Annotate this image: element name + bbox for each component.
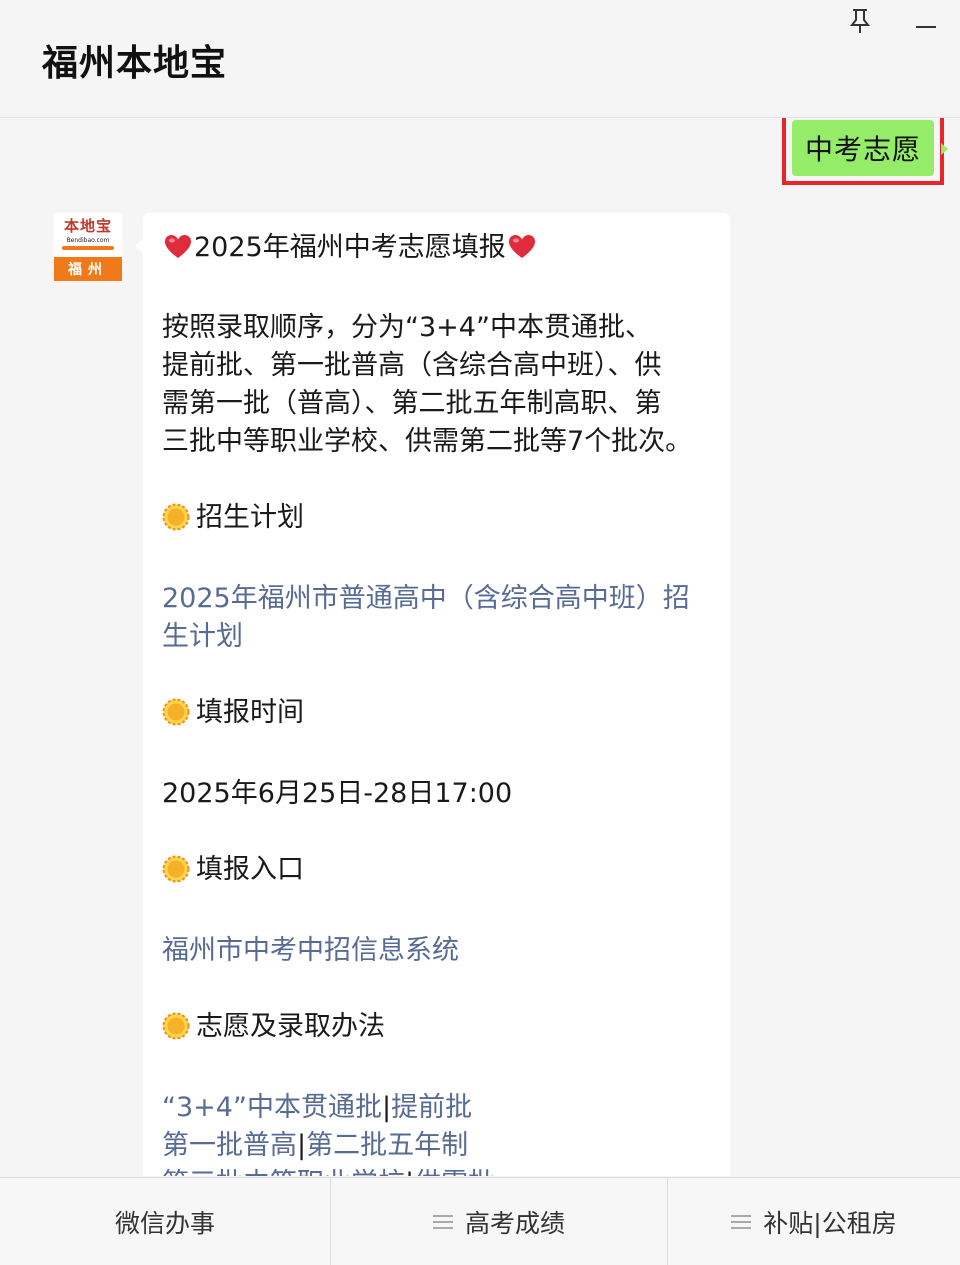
link-first-batch[interactable]: 第一批普高 — [162, 1130, 297, 1161]
section-heading-method: 志愿及录取办法 — [162, 1008, 714, 1051]
chat-area[interactable]: 中考志愿 本地宝 Bendibao.com 福州 2025年福州中考志愿填报 按… — [0, 118, 960, 1176]
method-links-row: 第一批普高|第二批五年制 — [162, 1127, 714, 1165]
avatar-city-label: 福州 — [54, 257, 122, 281]
method-links-row: “3+4”中本贯通批|提前批 — [162, 1089, 714, 1127]
bubble-tail — [941, 143, 948, 155]
link-batch-34[interactable]: “3+4”中本贯通批 — [162, 1092, 382, 1123]
message-headline: 2025年福州中考志愿填报 — [162, 229, 714, 271]
sun-icon — [162, 855, 190, 894]
minimize-button[interactable] — [906, 6, 946, 40]
entry-link[interactable]: 福州市中考中招信息系统 — [162, 932, 714, 970]
intro-line: 三批中等职业学校、供需第二批等7个批次。 — [162, 426, 693, 457]
menu-item-label: 补贴|公租房 — [763, 1208, 897, 1238]
menu-list-icon — [731, 1207, 752, 1236]
section-time-label: 填报时间 — [196, 697, 304, 728]
method-links-row: 第三批中等职业学校|供需批 — [162, 1165, 714, 1176]
link-third-batch[interactable]: 第三批中等职业学校 — [162, 1168, 405, 1176]
highlight-box: 中考志愿 — [782, 118, 948, 185]
menu-item-wechat-affairs[interactable]: 微信办事 — [0, 1178, 330, 1265]
menu-item-subsidy-housing[interactable]: 补贴|公租房 — [667, 1178, 960, 1265]
avatar[interactable]: 本地宝 Bendibao.com 福州 — [54, 213, 122, 281]
link-separator: | — [297, 1130, 307, 1161]
window-title: 福州本地宝 — [42, 43, 228, 84]
minimize-icon — [916, 14, 936, 33]
bubble-tail — [135, 239, 143, 253]
received-message-bubble: 2025年福州中考志愿填报 按照录取顺序，分为“3+4”中本贯通批、 提前批、第… — [135, 213, 730, 1176]
intro-line: 按照录取顺序，分为“3+4”中本贯通批、 — [162, 312, 652, 343]
link-early-batch[interactable]: 提前批 — [391, 1092, 472, 1123]
avatar-logo-sub: Bendibao.com — [66, 237, 110, 244]
link-supply-batch[interactable]: 供需批 — [414, 1168, 495, 1176]
menu-item-label: 微信办事 — [114, 1208, 215, 1238]
section-plan-label: 招生计划 — [196, 502, 304, 533]
sun-icon — [162, 698, 190, 737]
section-heading-time: 填报时间 — [162, 694, 714, 737]
menu-item-gaokao-scores[interactable]: 高考成绩 — [330, 1178, 667, 1265]
menu-item-label: 高考成绩 — [464, 1208, 565, 1238]
menu-list-icon — [432, 1207, 453, 1236]
plan-link[interactable]: 2025年福州市普通高中（含综合高中班）招 — [162, 580, 714, 618]
plan-link-line: 生计划 — [162, 621, 243, 652]
sun-icon — [162, 1012, 190, 1051]
heart-icon — [164, 233, 192, 271]
link-second-batch[interactable]: 第二批五年制 — [306, 1130, 468, 1161]
link-separator: | — [405, 1168, 414, 1176]
heart-icon — [508, 233, 536, 271]
pin-button[interactable] — [840, 6, 880, 40]
link-separator: | — [381, 1092, 392, 1123]
headline-text: 2025年福州中考志愿填报 — [194, 232, 506, 263]
section-method-label: 志愿及录取办法 — [196, 1011, 385, 1042]
section-heading-entry: 填报入口 — [162, 851, 714, 894]
section-entry-label: 填报入口 — [196, 854, 304, 885]
plan-link-line: 2025年福州市普通高中（含综合高中班）招 — [162, 583, 690, 614]
plan-link[interactable]: 生计划 — [162, 618, 714, 656]
time-value: 2025年6月25日-28日17:00 — [162, 778, 513, 809]
pin-icon — [849, 8, 871, 38]
message-content: 2025年福州中考志愿填报 按照录取顺序，分为“3+4”中本贯通批、 提前批、第… — [162, 229, 714, 1176]
sent-message-text: 中考志愿 — [804, 133, 921, 166]
section-heading-plan: 招生计划 — [162, 499, 714, 542]
intro-line: 提前批、第一批普高（含综合高中班）、供 — [162, 350, 662, 381]
sun-icon — [162, 503, 190, 542]
sent-message-bubble[interactable]: 中考志愿 — [792, 120, 948, 176]
bottom-menu-bar: 微信办事 高考成绩 补贴|公租房 — [0, 1177, 960, 1265]
avatar-logo-text: 本地宝 — [63, 217, 112, 235]
title-bar: 福州本地宝 — [0, 0, 960, 118]
logo-swoosh — [62, 246, 114, 250]
intro-line: 需第一批（普高）、第二批五年制高职、第 — [162, 388, 662, 419]
